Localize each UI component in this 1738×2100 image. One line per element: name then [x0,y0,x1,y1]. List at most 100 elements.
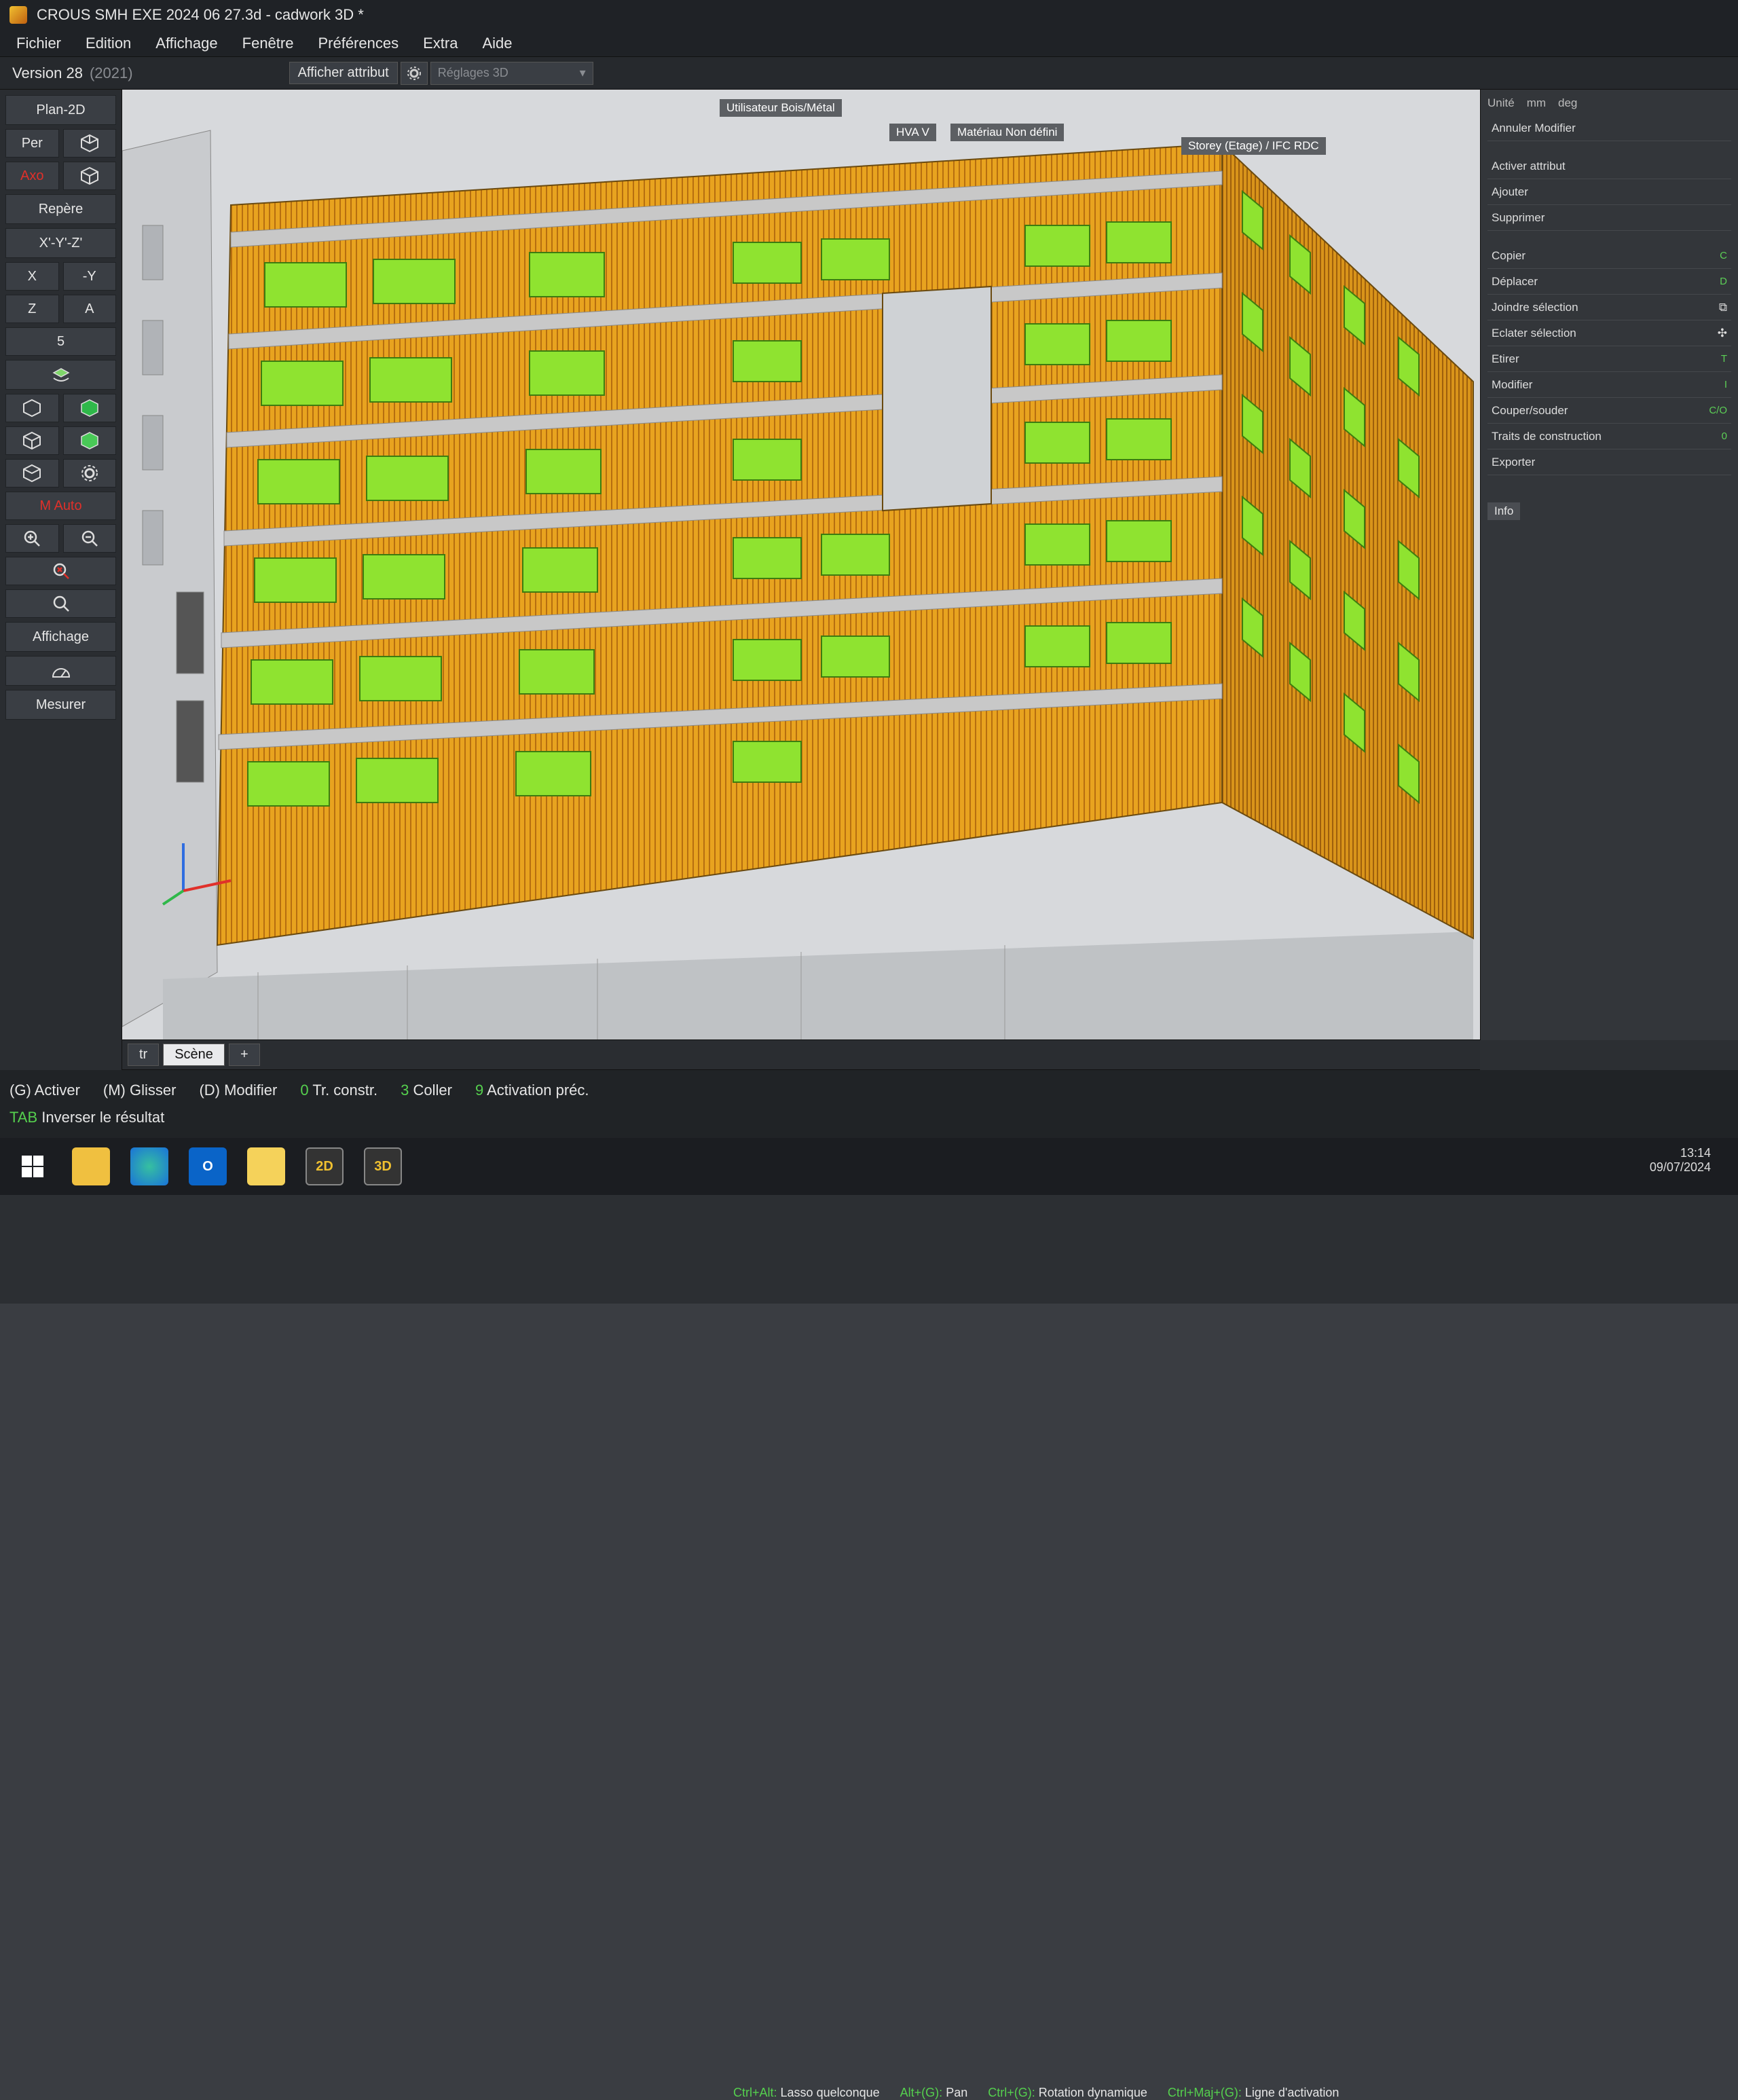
traits-construction-button[interactable]: Traits de construction 0 [1487,424,1731,449]
status-bar: (G) Activer (M) Glisser (D) Modifier 0 T… [0,1070,1738,1138]
explode-icon: ✣ [1717,326,1727,339]
traits-construction-label: Traits de construction [1492,429,1602,443]
tray-date: 09/07/2024 [1649,1160,1711,1174]
material-label: Matériau [957,126,1003,139]
tab-tr[interactable]: tr [128,1044,160,1066]
couper-souder-label: Couper/souder [1492,403,1568,417]
menu-aide[interactable]: Aide [482,35,512,52]
status-modifier: (D) Modifier [199,1082,278,1099]
hint-lasso-text: Lasso quelconque [780,2086,880,2099]
menu-preferences[interactable]: Préférences [318,35,399,52]
shaded-cube-icon[interactable] [62,426,116,455]
solid-cube-icon[interactable] [62,394,116,422]
cadwork-3d-icon[interactable]: 3D [364,1147,402,1185]
x-view-button[interactable]: X [5,262,59,291]
deplacer-label: Déplacer [1492,274,1538,288]
outlook-icon[interactable]: O [189,1147,227,1185]
etirer-button[interactable]: Etirer T [1487,346,1731,372]
view-5-button[interactable]: 5 [5,327,116,356]
tab-scene[interactable]: Scène [163,1044,225,1066]
reglages-3d-placeholder: Réglages 3D [437,66,509,79]
version-bar: Version 28 (2021) Afficher attribut Régl… [0,57,1738,90]
axo-button[interactable]: Axo [5,162,59,190]
a-view-button[interactable]: A [62,295,116,323]
exporter-button[interactable]: Exporter [1487,449,1731,475]
zoom-all-icon[interactable] [5,589,116,618]
left-toolbar: Plan-2D Per Axo Repère X'-Y'-Z' X -Y Z A… [0,90,122,1176]
joindre-selection-button[interactable]: Joindre sélection ⧉ [1487,295,1731,320]
mesurer-button[interactable]: Mesurer [5,690,116,720]
couper-souder-button[interactable]: Couper/souder C/O [1487,398,1731,424]
hidden-lines-cube-icon[interactable] [5,426,59,455]
eclater-selection-button[interactable]: Eclater sélection ✣ [1487,320,1731,346]
exporter-label: Exporter [1492,455,1536,468]
m-auto-button[interactable]: M Auto [5,492,116,520]
activer-attribut-button[interactable]: Activer attribut [1487,153,1731,179]
ajouter-button[interactable]: Ajouter [1487,179,1731,205]
status-tab-key: TAB [10,1109,38,1126]
unit-mm[interactable]: mm [1527,96,1546,110]
edge-browser-icon[interactable] [130,1147,168,1185]
zoom-out-icon[interactable] [62,524,116,553]
info-tab[interactable]: Info [1487,502,1521,520]
menu-edition[interactable]: Edition [86,35,131,52]
menu-fichier[interactable]: Fichier [16,35,61,52]
render-settings-gear-icon[interactable] [62,459,116,487]
status-tr-constr: 0 Tr. constr. [300,1082,377,1099]
cadwork-logo-icon [10,6,27,24]
menu-extra[interactable]: Extra [423,35,458,52]
outline-cube-icon[interactable] [5,459,59,487]
z-view-button[interactable]: Z [5,295,59,323]
notes-icon[interactable] [247,1147,285,1185]
activer-attribut-label: Activer attribut [1492,159,1566,172]
add-tab-button[interactable]: + [228,1044,260,1066]
status-k9: 9 [475,1082,484,1099]
ajouter-label: Ajouter [1492,185,1528,198]
system-tray: 13:14 09/07/2024 [1650,1146,1711,1175]
undo-modifier-button[interactable]: Annuler Modifier [1487,115,1731,141]
eclater-selection-label: Eclater sélection [1492,326,1576,339]
rotate-view-icon[interactable] [5,360,116,390]
cadwork-window: CROUS SMH EXE 2024 06 27.3d - cadwork 3D… [0,0,1738,2099]
supprimer-button[interactable]: Supprimer [1487,205,1731,231]
taskbar: O 2D 3D 13:14 09/07/2024 [0,1138,1738,1195]
plan-2d-button[interactable]: Plan-2D [5,95,116,125]
status-inverser-text: Inverser le résultat [41,1109,165,1126]
zoom-reset-icon[interactable] [5,557,116,585]
menu-fenetre[interactable]: Fenêtre [242,35,294,52]
protractor-icon[interactable] [5,656,116,686]
status-inverser: TAB Inverser le résultat [10,1109,164,1126]
hint-line-text: Ligne d'activation [1244,2086,1339,2099]
file-explorer-icon[interactable] [72,1147,110,1185]
status-glisser: (M) Glisser [103,1082,177,1099]
reglages-3d-select[interactable]: Réglages 3D ▾ [430,61,593,85]
windows-start-icon[interactable] [14,1147,52,1185]
version-year: (2021) [89,64,133,81]
modifier-label: Modifier [1492,377,1533,391]
perspective-button[interactable]: Per [5,129,59,158]
user-value: Bois/Métal [781,101,835,114]
xyz-view-button[interactable]: X'-Y'-Z' [5,228,116,258]
hint-rot-text: Rotation dynamique [1038,2086,1147,2099]
perspective-cube-icon[interactable] [62,129,116,158]
gear-icon[interactable] [400,61,428,85]
modifier-button[interactable]: Modifier I [1487,372,1731,398]
deplacer-button[interactable]: Déplacer D [1487,269,1731,295]
unit-deg[interactable]: deg [1558,96,1577,110]
hint-pan-text: Pan [946,2086,968,2099]
hint-line: Ctrl+Maj+(G): Ligne d'activation [1168,2086,1339,2100]
hva-label: HVA [896,126,919,139]
units-row: Unité mm deg [1487,96,1731,110]
version-label: Version 28 [12,64,83,81]
neg-y-view-button[interactable]: -Y [62,262,116,291]
zoom-in-icon[interactable] [5,524,59,553]
axo-cube-icon[interactable] [62,162,116,190]
cadwork-2d-icon[interactable]: 2D [306,1147,344,1185]
affichage-button[interactable]: Affichage [5,622,116,652]
copier-button[interactable]: Copier C [1487,243,1731,269]
repere-button[interactable]: Repère [5,194,116,224]
afficher-attribut-button[interactable]: Afficher attribut [289,62,398,84]
wireframe-cube-icon[interactable] [5,394,59,422]
3d-viewport[interactable]: Utilisateur Bois/Métal HVA V Matériau No… [122,90,1480,1040]
menu-affichage[interactable]: Affichage [155,35,217,52]
